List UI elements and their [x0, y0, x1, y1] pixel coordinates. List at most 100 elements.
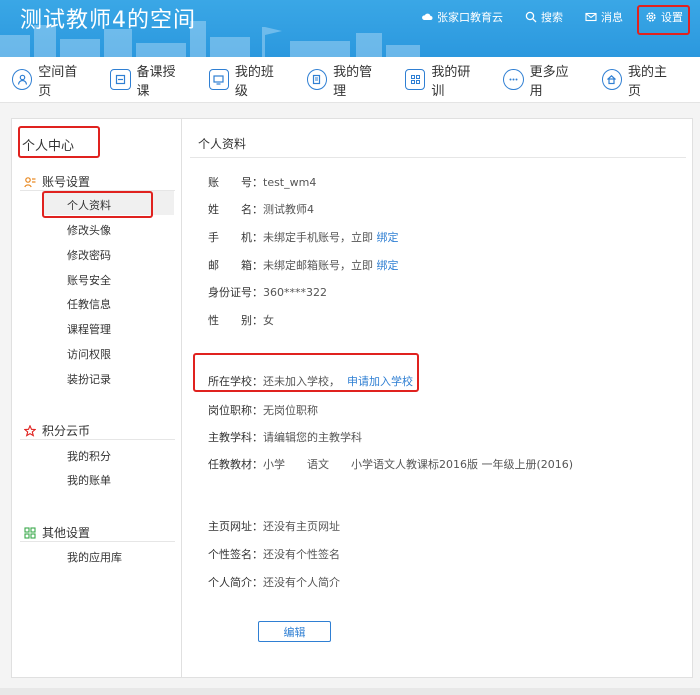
sidebar-title: 个人中心 — [22, 139, 75, 154]
school-value: 还未加入学校， — [263, 375, 340, 388]
homepage-row: 主页网址：还没有主页网址 — [208, 518, 340, 534]
bio-value: 还没有个人简介 — [263, 576, 340, 589]
nav-item-space-home[interactable]: 空间首页 — [12, 61, 88, 99]
signature-value: 还没有个性签名 — [263, 548, 340, 561]
sidebar-item-access-permissions[interactable]: 访问权限 — [67, 346, 111, 362]
school-row: 所在学校：还未加入学校， 申请加入学校 — [208, 373, 413, 389]
main-nav: 空间首页 备课授课 我的班级 我的管理 我的研训 更多应用 我的主页 — [0, 57, 700, 103]
sidebar-item-profile[interactable]: 个人资料 — [67, 197, 111, 213]
grid-icon — [405, 69, 426, 90]
group-title: 其他设置 — [42, 526, 91, 540]
messages-link[interactable]: 消息 — [574, 3, 634, 31]
site-title: 测试教师4的空间 — [20, 8, 196, 33]
textbook-row: 任教教材：小学 语文 小学语文人教课标2016版 一年级上册(2016) — [208, 456, 573, 472]
account-label: 账 号： — [208, 176, 263, 189]
header-bar: 测试教师4的空间 张家口教育云 搜索 消息 设置 — [0, 0, 700, 57]
search-icon — [525, 11, 537, 23]
search-link-label: 搜索 — [541, 11, 563, 24]
name-value: 测试教师4 — [263, 203, 314, 216]
email-value: 未绑定邮箱账号，立即 — [263, 259, 377, 272]
signature-row: 个性签名：还没有个性签名 — [208, 546, 340, 562]
group-title: 积分云币 — [42, 424, 91, 438]
nav-item-my-homepage[interactable]: 我的主页 — [601, 61, 678, 99]
nav-item-label: 我的管理 — [333, 64, 373, 99]
nav-item-lesson[interactable]: 备课授课 — [110, 61, 186, 99]
account-value: test_wm4 — [263, 176, 317, 189]
name-row: 姓 名：测试教师4 — [208, 201, 314, 217]
subject-value: 请编辑您的主教学科 — [263, 431, 362, 444]
nav-item-label: 我的研训 — [431, 64, 471, 99]
divider — [20, 439, 175, 440]
apps-icon — [24, 526, 36, 539]
edit-button[interactable]: 编辑 — [258, 621, 331, 642]
document-icon — [306, 69, 328, 90]
cloud-link[interactable]: 张家口教育云 — [410, 3, 514, 31]
nav-item-more-apps[interactable]: 更多应用 — [503, 61, 579, 99]
settings-link[interactable]: 设置 — [634, 3, 694, 31]
subject-row: 主教学科：请编辑您的主教学科 — [208, 429, 362, 445]
id-card-value: 360****322 — [263, 286, 327, 299]
sidebar-item-account-security[interactable]: 账号安全 — [67, 272, 111, 288]
homepage-label: 主页网址： — [208, 520, 263, 533]
bio-label: 个人简介： — [208, 576, 263, 589]
group-title: 账号设置 — [42, 175, 91, 189]
account-row: 账 号：test_wm4 — [208, 174, 316, 190]
signature-label: 个性签名： — [208, 548, 263, 561]
homepage-value: 还没有主页网址 — [263, 520, 340, 533]
name-label: 姓 名： — [208, 203, 263, 216]
cloud-link-label: 张家口教育云 — [437, 11, 503, 24]
divider — [20, 541, 175, 542]
star-icon — [24, 424, 36, 437]
nav-item-label: 我的主页 — [627, 64, 667, 99]
bind-phone-link[interactable]: 绑定 — [377, 231, 399, 244]
monitor-icon — [208, 69, 229, 90]
position-row: 岗位职称：无岗位职称 — [208, 402, 318, 418]
nav-item-label: 备课授课 — [136, 64, 176, 99]
nav-item-label: 我的班级 — [234, 64, 274, 99]
school-label: 所在学校： — [208, 375, 263, 388]
gender-value: 女 — [263, 314, 274, 327]
sidebar-item-change-avatar[interactable]: 修改头像 — [67, 222, 111, 238]
gender-label: 性 别： — [208, 314, 263, 327]
position-label: 岗位职称： — [208, 404, 263, 417]
apply-join-school-link[interactable]: 申请加入学校 — [347, 375, 413, 388]
sidebar-item-my-bills[interactable]: 我的账单 — [67, 472, 111, 488]
group-other-settings: 其他设置 — [24, 524, 90, 541]
account-icon — [24, 176, 36, 187]
search-link[interactable]: 搜索 — [514, 3, 574, 31]
sidebar-item-change-password[interactable]: 修改密码 — [67, 247, 111, 263]
textbook-label: 任教教材： — [208, 458, 263, 471]
email-row: 邮 箱：未绑定邮箱账号，立即 绑定 — [208, 257, 399, 273]
mail-icon — [585, 12, 597, 22]
group-points-coins: 积分云币 — [24, 422, 90, 439]
bind-email-link[interactable]: 绑定 — [377, 259, 399, 272]
nav-item-my-class[interactable]: 我的班级 — [208, 61, 285, 99]
bio-row: 个人简介：还没有个人简介 — [208, 574, 340, 590]
nav-item-research[interactable]: 我的研训 — [405, 61, 481, 99]
subject-label: 主教学科： — [208, 431, 263, 444]
email-label: 邮 箱： — [208, 259, 263, 272]
profile-panel: 个人资料 账 号：test_wm4 姓 名：测试教师4 手 机：未绑定手机账号，… — [182, 118, 693, 678]
sidebar-item-teaching-info[interactable]: 任教信息 — [67, 296, 111, 312]
more-icon — [503, 69, 524, 90]
settings-link-label: 设置 — [661, 11, 683, 24]
messages-link-label: 消息 — [601, 11, 623, 24]
sidebar-item-course-management[interactable]: 课程管理 — [67, 321, 111, 337]
sidebar-item-app-library[interactable]: 我的应用库 — [67, 549, 122, 565]
sidebar-item-dressup-records[interactable]: 装扮记录 — [67, 371, 111, 387]
sidebar-item-my-points[interactable]: 我的积分 — [67, 448, 111, 464]
phone-row: 手 机：未绑定手机账号，立即 绑定 — [208, 229, 399, 245]
group-account-settings: 账号设置 — [24, 173, 90, 190]
nav-item-label: 空间首页 — [38, 64, 78, 99]
id-card-row: 身份证号：360****322 — [208, 284, 327, 300]
bottom-strip — [0, 688, 700, 695]
textbook-value: 小学 语文 小学语文人教课标2016版 一年级上册(2016) — [263, 458, 574, 471]
phone-label: 手 机： — [208, 231, 263, 244]
nav-item-my-management[interactable]: 我的管理 — [306, 61, 383, 99]
id-card-label: 身份证号： — [208, 286, 263, 299]
panel-title: 个人资料 — [198, 137, 247, 151]
divider — [190, 157, 686, 158]
sidebar: 个人中心 账号设置 个人资料 修改头像 修改密码 账号安全 任教信息 课程管理 … — [11, 118, 182, 678]
gear-icon — [646, 12, 656, 22]
home-icon — [601, 69, 622, 90]
